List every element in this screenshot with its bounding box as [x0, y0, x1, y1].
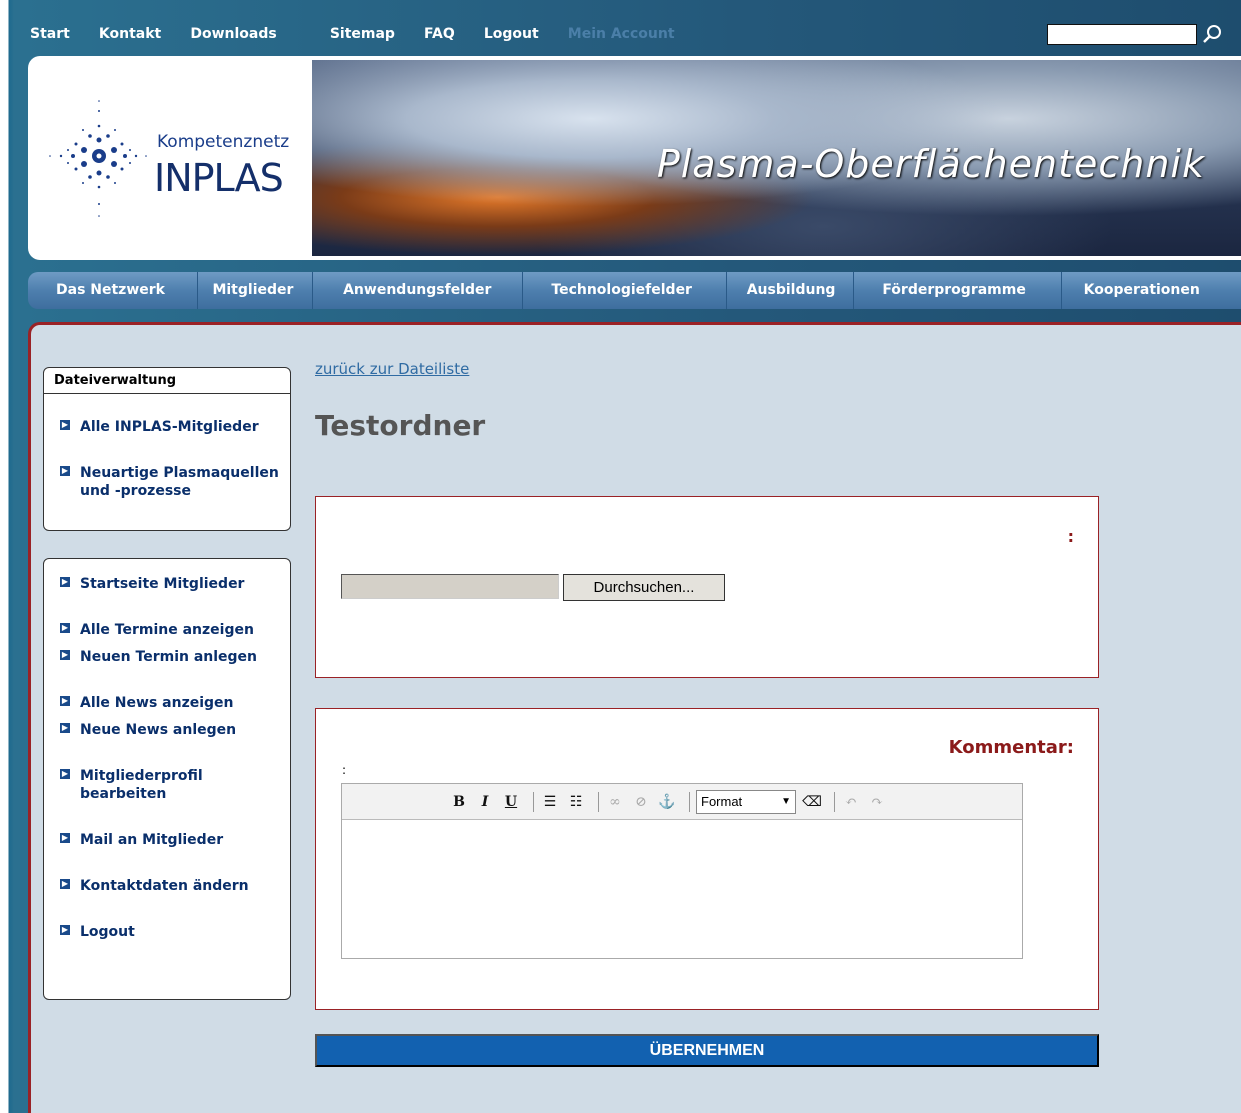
arrow-icon: ▶	[60, 879, 70, 889]
nav-anwendungsfelder[interactable]: Anwendungsfelder	[313, 272, 524, 309]
italic-icon[interactable]: I	[475, 794, 495, 810]
sidebar-item-label: Kontaktdaten ändern	[80, 878, 249, 894]
search-input[interactable]	[1047, 23, 1197, 45]
unlink-icon[interactable]: ⊘	[631, 794, 651, 810]
sidebar-item-label: Neuartige Plasmaquellen und -prozesse	[80, 465, 279, 499]
logo-text-big: INPLAS	[154, 156, 284, 200]
nav-mitglieder[interactable]: Mitglieder	[198, 272, 314, 309]
main-nav: Das Netzwerk Mitglieder Anwendungsfelder…	[28, 272, 1241, 309]
sidebar-item-label: Mitgliederprofil bearbeiten	[80, 768, 203, 802]
toolbar-separator	[533, 791, 534, 812]
comment-sublabel: :	[342, 763, 347, 777]
topnav-logout[interactable]: Logout	[484, 26, 539, 42]
comment-panel: Kommentar: : B I U ☰ ☷ ∞ ⊘ ⚓ Format ▼ ⌫	[315, 708, 1099, 1010]
arrow-icon: ▶	[60, 623, 70, 633]
sidebar-item-label: Alle News anzeigen	[80, 695, 234, 711]
toolbar-separator	[689, 791, 690, 812]
banner-title: Plasma-Oberflächentechnik	[656, 142, 1205, 186]
toolbar-separator	[598, 791, 599, 812]
redo-icon[interactable]: ↷	[867, 794, 887, 810]
browse-button[interactable]: Durchsuchen...	[563, 574, 725, 601]
anchor-icon[interactable]: ⚓	[657, 794, 677, 810]
nav-foerderprogramme[interactable]: Förderprogramme	[854, 272, 1062, 309]
arrow-icon: ▶	[60, 833, 70, 843]
arrow-icon: ▶	[60, 650, 70, 660]
sidebar-item-label: Neuen Termin anlegen	[80, 649, 258, 665]
search-icon[interactable]	[1197, 22, 1227, 46]
search-area	[1047, 22, 1227, 46]
page-title: Testordner	[315, 409, 486, 442]
sidebar-item-mail[interactable]: ▶ Mail an Mitglieder	[60, 831, 223, 849]
topnav-faq[interactable]: FAQ	[424, 26, 455, 42]
editor-text-area[interactable]	[342, 820, 1022, 958]
sidebar-item-neuer-termin[interactable]: ▶ Neuen Termin anlegen	[60, 648, 257, 666]
logo-text-small: Kompetenznetz	[157, 132, 290, 152]
bold-icon[interactable]: B	[449, 794, 469, 810]
arrow-icon: ▶	[60, 769, 70, 779]
content-area: Dateiverwaltung ▶ Alle INPLAS-Mitglieder…	[28, 322, 1241, 1113]
arrow-icon: ▶	[60, 723, 70, 733]
sidebar-item-label: Mail an Mitglieder	[80, 832, 224, 848]
topnav-mein-account[interactable]: Mein Account	[568, 26, 675, 42]
back-to-file-list-link[interactable]: zurück zur Dateiliste	[315, 360, 469, 378]
file-path-field[interactable]	[341, 574, 559, 599]
eraser-icon[interactable]: ⌫	[802, 794, 822, 810]
sidebar-item-kontaktdaten[interactable]: ▶ Kontaktdaten ändern	[60, 877, 249, 895]
rich-text-editor: B I U ☰ ☷ ∞ ⊘ ⚓ Format ▼ ⌫ ↶ ↷	[341, 783, 1023, 959]
file-management-title: Dateiverwaltung	[44, 368, 290, 394]
inplas-logo[interactable]: Kompetenznetz INPLAS	[28, 56, 311, 260]
chevron-down-icon: ▼	[781, 796, 791, 807]
sidebar-item-label: Alle INPLAS-Mitglieder	[80, 419, 259, 435]
topnav-sitemap[interactable]: Sitemap	[330, 26, 395, 42]
sidebar-item-logout[interactable]: ▶ Logout	[60, 923, 135, 941]
upload-label: :	[1067, 527, 1074, 546]
topnav-kontakt[interactable]: Kontakt	[99, 26, 161, 42]
arrow-icon: ▶	[60, 466, 70, 476]
member-menu-box: ▶ Startseite Mitglieder ▶ Alle Termine a…	[43, 558, 291, 1000]
nav-das-netzwerk[interactable]: Das Netzwerk	[42, 272, 199, 309]
editor-toolbar: B I U ☰ ☷ ∞ ⊘ ⚓ Format ▼ ⌫ ↶ ↷	[342, 784, 1022, 820]
upload-panel: : Durchsuchen...	[315, 496, 1099, 678]
arrow-icon: ▶	[60, 696, 70, 706]
sidebar-item-profil[interactable]: ▶ Mitgliederprofil bearbeiten	[60, 767, 210, 803]
site-header: Kompetenznetz INPLAS Plasma-Oberflächent…	[28, 56, 1241, 260]
nav-kooperationen[interactable]: Kooperationen	[1062, 272, 1241, 309]
sidebar-item-alle-termine[interactable]: ▶ Alle Termine anzeigen	[60, 621, 254, 639]
arrow-icon: ▶	[60, 925, 70, 935]
top-bar: Start Kontakt Downloads Sitemap FAQ Logo…	[30, 8, 1241, 56]
file-management-box: Dateiverwaltung ▶ Alle INPLAS-Mitglieder…	[43, 367, 291, 531]
nav-technologiefelder[interactable]: Technologiefelder	[523, 272, 727, 309]
toolbar-separator	[834, 791, 835, 812]
sidebar-item-alle-mitglieder[interactable]: ▶ Alle INPLAS-Mitglieder	[60, 418, 259, 436]
top-nav: Start Kontakt Downloads Sitemap FAQ Logo…	[30, 23, 699, 42]
format-dropdown-value: Format	[701, 794, 743, 809]
numbered-list-icon[interactable]: ☷	[566, 794, 586, 810]
arrow-icon: ▶	[60, 577, 70, 587]
sidebar-item-label: Startseite Mitglieder	[80, 576, 245, 592]
bullet-list-icon[interactable]: ☰	[540, 794, 560, 810]
sidebar-item-plasmaquellen[interactable]: ▶ Neuartige Plasmaquellen und -prozesse	[60, 464, 284, 500]
submit-button[interactable]: ÜBERNEHMEN	[315, 1034, 1099, 1067]
nav-ausbildung[interactable]: Ausbildung	[727, 272, 855, 309]
topnav-downloads[interactable]: Downloads	[190, 26, 276, 42]
sidebar-item-alle-news[interactable]: ▶ Alle News anzeigen	[60, 694, 234, 712]
sidebar-item-startseite[interactable]: ▶ Startseite Mitglieder	[60, 575, 244, 593]
link-icon[interactable]: ∞	[605, 794, 625, 810]
underline-icon[interactable]: U	[501, 794, 521, 810]
sidebar-item-neue-news[interactable]: ▶ Neue News anlegen	[60, 721, 236, 739]
sidebar-item-label: Alle Termine anzeigen	[80, 622, 254, 638]
sidebar-item-label: Logout	[80, 924, 135, 940]
comment-label: Kommentar:	[948, 737, 1074, 758]
header-banner-image: Plasma-Oberflächentechnik	[312, 60, 1241, 256]
topnav-start[interactable]: Start	[30, 26, 70, 42]
logo-dots-icon	[49, 100, 147, 217]
undo-icon[interactable]: ↶	[841, 794, 861, 810]
sidebar-item-label: Neue News anlegen	[80, 722, 237, 738]
arrow-icon: ▶	[60, 420, 70, 430]
format-dropdown[interactable]: Format ▼	[696, 789, 796, 814]
